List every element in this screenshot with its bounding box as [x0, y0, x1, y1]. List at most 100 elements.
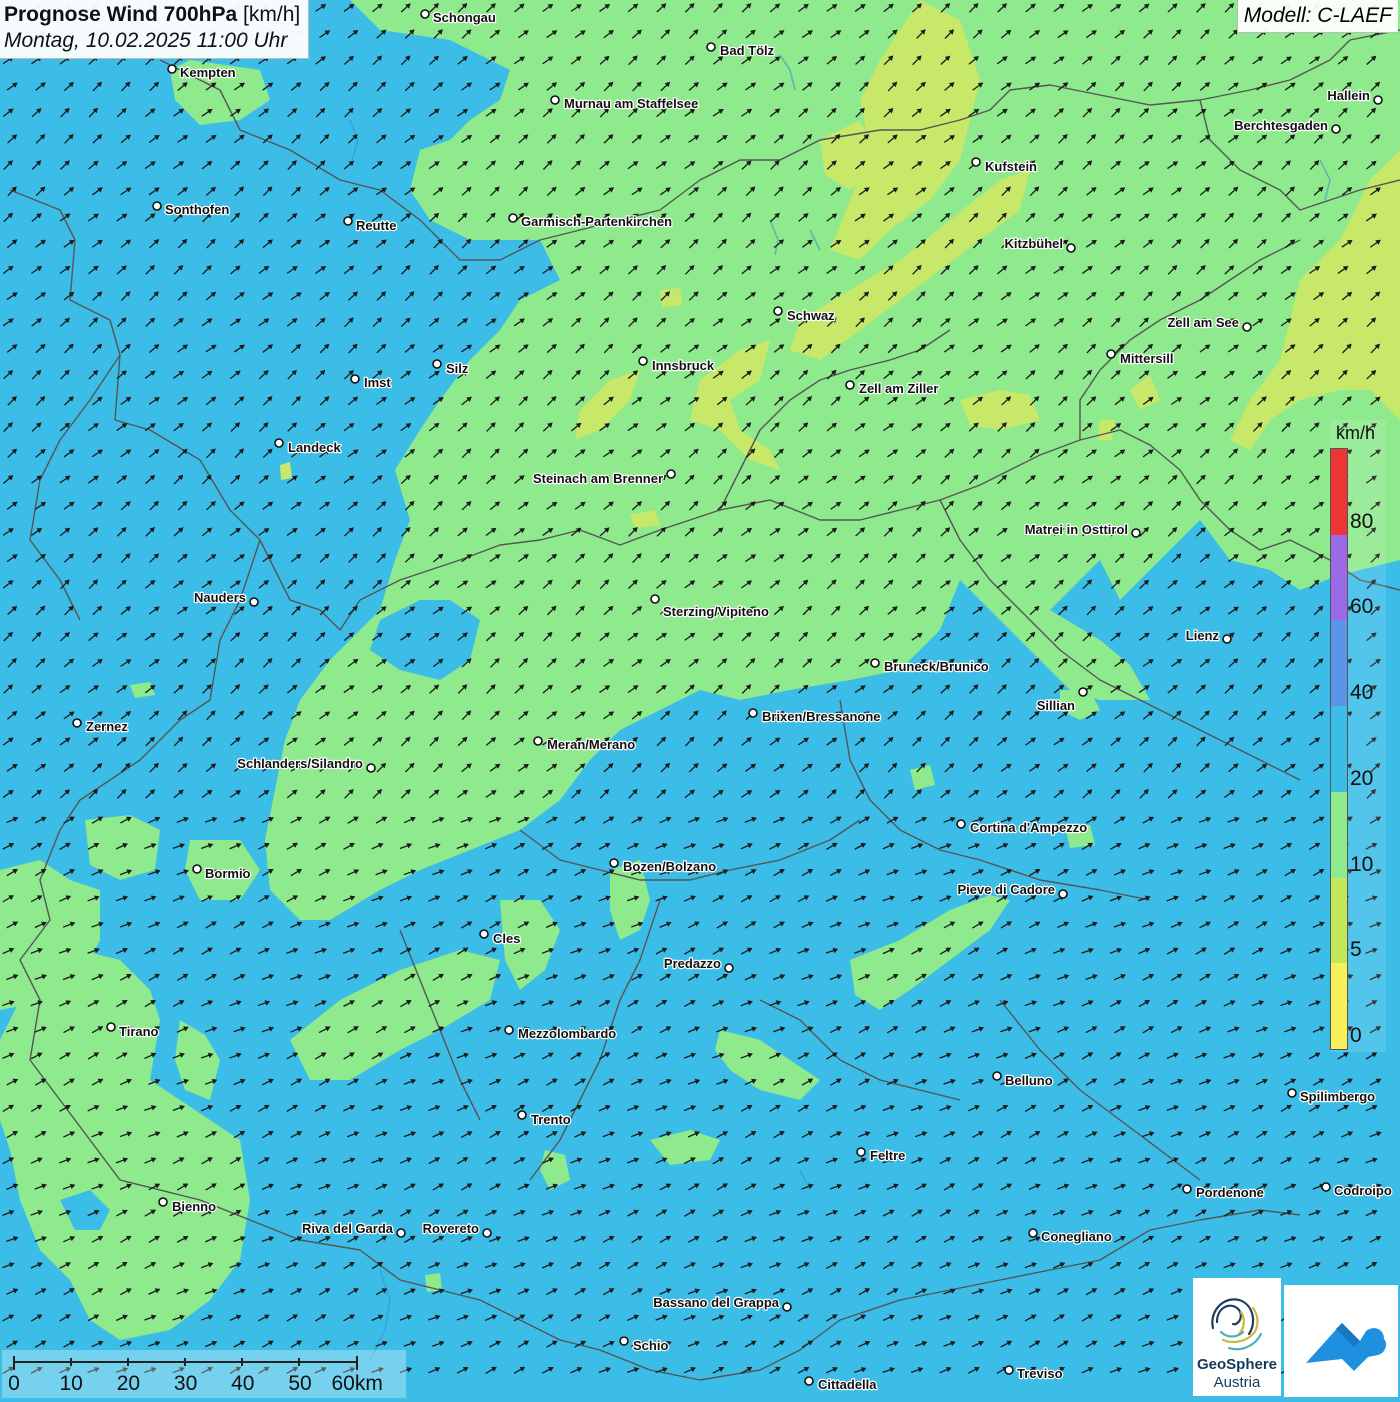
cloud-arrow-icon [1284, 1285, 1398, 1397]
city-marker-icon [351, 375, 359, 383]
city-label: Bormio [205, 866, 251, 881]
city-pordenone[interactable]: Pordenone [1183, 1185, 1264, 1200]
city-label: Feltre [870, 1148, 905, 1163]
city-marker-icon [367, 764, 375, 772]
city-berchtesgaden[interactable]: Berchtesgaden [1234, 118, 1340, 133]
city-marker-icon [534, 737, 542, 745]
wind-map[interactable]: Schongau Bad Tölz Kempten Murnau am Staffel… [0, 0, 1400, 1400]
legend-tick-label: 80 [1350, 510, 1373, 534]
city-label: Rovereto [423, 1221, 479, 1236]
city-marker-icon [846, 381, 854, 389]
city-marker-icon [1332, 125, 1340, 133]
city-label: Bozen/Bolzano [623, 859, 716, 874]
city-label: Kitzbühel [1005, 236, 1064, 251]
legend-segment [1331, 620, 1347, 706]
geosphere-swirl-icon [1193, 1282, 1281, 1362]
forecast-datetime: Montag, 10.02.2025 11:00 Uhr [4, 29, 300, 53]
title-main: Prognose Wind 700hPa [4, 3, 237, 26]
city-label: Predazzo [664, 956, 721, 971]
legend-segment [1331, 878, 1347, 964]
city-marker-icon [397, 1229, 405, 1237]
city-mezzolombardo[interactable]: Mezzolombardo [505, 1026, 616, 1041]
map-title: Prognose Wind 700hPa [km/h] [4, 3, 300, 27]
city-label: Sillian [1037, 698, 1075, 713]
city-label: Nauders [194, 590, 246, 605]
city-marker-icon [667, 470, 675, 478]
legend-tick-label: 5 [1350, 938, 1362, 962]
city-garmisch-partenkirchen[interactable]: Garmisch-Partenkirchen [509, 214, 672, 229]
city-label: Schio [633, 1338, 668, 1353]
city-conegliano[interactable]: Conegliano [1029, 1229, 1112, 1244]
geosphere-logo[interactable]: GeoSphere Austria [1193, 1278, 1281, 1396]
city-meran-merano[interactable]: Meran/Merano [534, 737, 635, 752]
legend-tick-label: 40 [1350, 681, 1373, 705]
city-marker-icon [725, 964, 733, 972]
city-marker-icon [857, 1148, 865, 1156]
city-marker-icon [1067, 244, 1075, 252]
city-marker-icon [639, 357, 647, 365]
city-zell-am-ziller[interactable]: Zell am Ziller [846, 381, 938, 396]
city-marker-icon [1322, 1183, 1330, 1191]
city-bozen-bolzano[interactable]: Bozen/Bolzano [610, 859, 716, 874]
city-riva-del-garda[interactable]: Riva del Garda [302, 1221, 405, 1237]
city-label: Codroipo [1334, 1183, 1392, 1198]
city-matrei-in-osttirol[interactable]: Matrei in Osttirol [1025, 522, 1140, 537]
city-marker-icon [707, 43, 715, 51]
city-marker-icon [1374, 96, 1382, 104]
city-spilimbergo[interactable]: Spilimbergo [1288, 1089, 1375, 1104]
city-marker-icon [275, 439, 283, 447]
city-label: Trento [531, 1112, 571, 1127]
city-schongau[interactable]: Schongau [421, 10, 496, 25]
city-label: Schongau [433, 10, 496, 25]
city-label: Garmisch-Partenkirchen [521, 214, 672, 229]
city-marker-icon [1183, 1185, 1191, 1193]
city-brixen-bressanone[interactable]: Brixen/Bressanone [749, 709, 881, 724]
city-marker-icon [972, 158, 980, 166]
city-label: Schlanders/Silandro [237, 756, 363, 771]
city-label: Zell am Ziller [859, 381, 938, 396]
city-pieve-di-cadore[interactable]: Pieve di Cadore [957, 882, 1067, 898]
city-sonthofen[interactable]: Sonthofen [153, 202, 229, 217]
city-label: Zernez [86, 719, 128, 734]
city-label: Bruneck/Brunico [884, 659, 989, 674]
city-marker-icon [871, 659, 879, 667]
city-label: Kempten [180, 65, 236, 80]
city-marker-icon [1005, 1366, 1013, 1374]
city-label: Mittersill [1120, 351, 1173, 366]
city-marker-icon [518, 1111, 526, 1119]
city-marker-icon [1029, 1229, 1037, 1237]
city-marker-icon [153, 202, 161, 210]
city-label: Bad Tölz [720, 43, 775, 58]
city-murnau-am-staffelsee[interactable]: Murnau am Staffelsee [551, 96, 698, 111]
city-label: Pordenone [1196, 1185, 1264, 1200]
city-steinach-am-brenner[interactable]: Steinach am Brenner [533, 470, 675, 486]
city-label: Sonthofen [165, 202, 229, 217]
city-bruneck-brunico[interactable]: Bruneck/Brunico [871, 659, 989, 674]
city-zell-am-see[interactable]: Zell am See [1167, 315, 1251, 331]
city-marker-icon [993, 1072, 1001, 1080]
city-marker-icon [1079, 688, 1087, 696]
scale-label: 30 [174, 1372, 197, 1396]
city-label: Sterzing/Vipiteno [663, 604, 769, 619]
city-marker-icon [610, 859, 618, 867]
legend-segment [1331, 963, 1347, 1049]
city-label: Treviso [1017, 1366, 1063, 1381]
city-label: Kufstein [985, 159, 1037, 174]
city-bassano-del-grappa[interactable]: Bassano del Grappa [653, 1295, 791, 1311]
city-label: Murnau am Staffelsee [564, 96, 698, 111]
title-unit: [km/h] [243, 3, 300, 26]
city-marker-icon [1107, 350, 1115, 358]
city-marker-icon [509, 214, 517, 222]
scale-label: 10 [60, 1372, 83, 1396]
city-label: Zell am See [1167, 315, 1239, 330]
city-cortina-d-ampezzo[interactable]: Cortina d'Ampezzo [957, 820, 1087, 835]
city-label: Bassano del Grappa [653, 1295, 779, 1310]
legend-segment [1331, 792, 1347, 878]
city-label: Reutte [356, 218, 396, 233]
model-label: Modell: C-LAEF [1237, 0, 1398, 33]
city-marker-icon [168, 65, 176, 73]
city-label: Conegliano [1041, 1229, 1112, 1244]
city-label: Schwaz [787, 308, 835, 323]
city-schlanders-silandro[interactable]: Schlanders/Silandro [237, 756, 375, 772]
app-cloud-logo[interactable] [1284, 1285, 1398, 1397]
